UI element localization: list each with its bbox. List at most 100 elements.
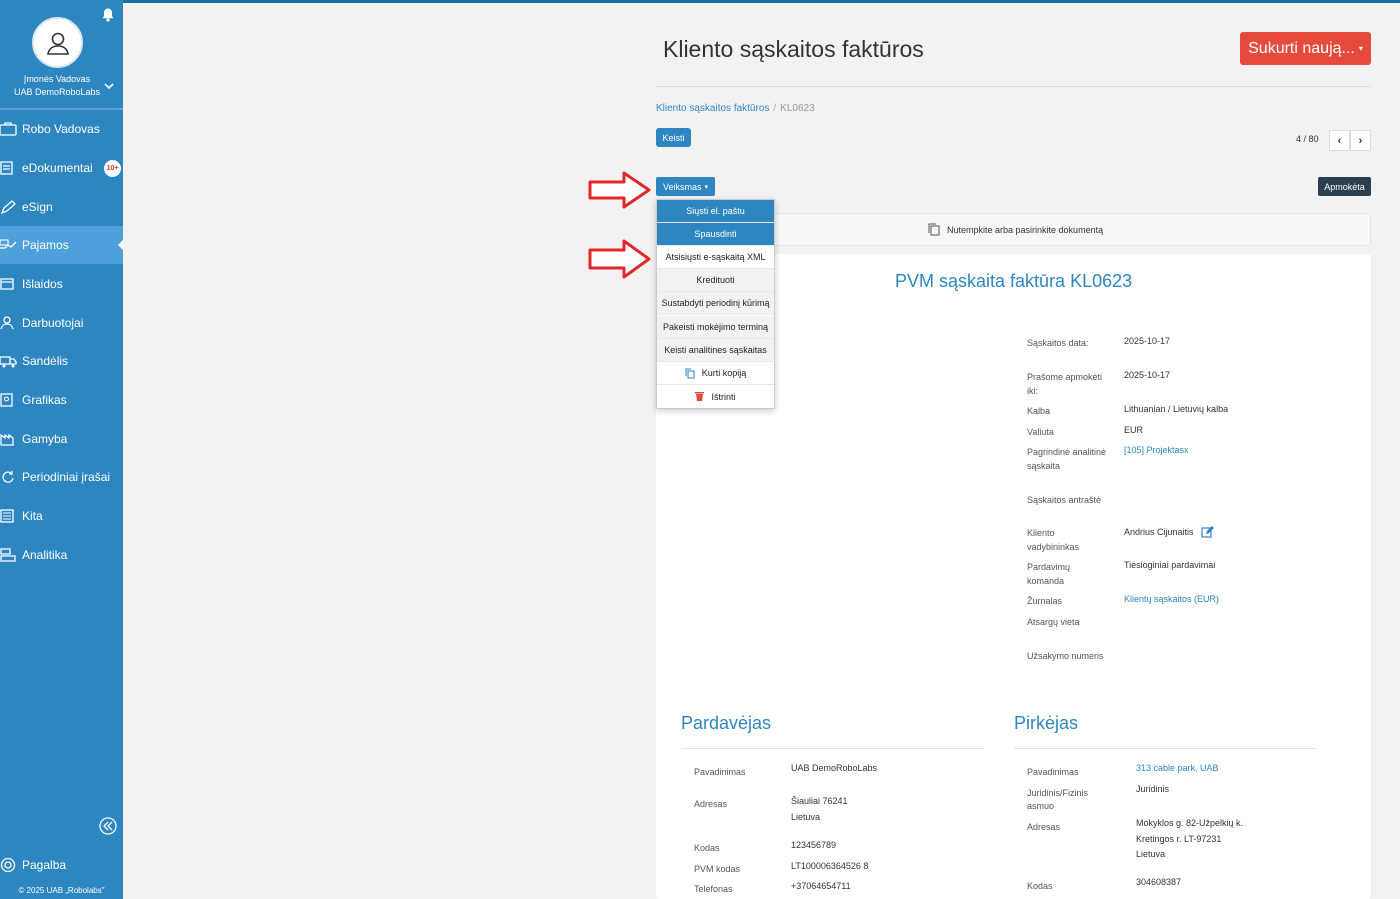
prop-value-analytic-account[interactable]: [105] Projektasx [1124,445,1189,455]
menu-item-delete[interactable]: Ištrinti [657,385,774,408]
sidebar-item-esign[interactable]: eSign [0,188,123,226]
seller-phone: +37064654711 [791,881,851,891]
prop-label-due-date: Prašome apmokėti iki: [1027,372,1103,396]
annotation-arrow-icon [588,239,651,279]
edit-button[interactable]: Keisti [656,128,691,147]
prop-label-stock-location: Atsargų vieta [1027,617,1080,627]
factory-icon [0,420,22,458]
sidebar-item-label: Analitika [22,548,68,562]
lifebuoy-icon [0,857,22,873]
page-title: Kliento sąskaitos faktūros [663,36,924,62]
duplicate-label: Kurti kopiją [701,368,747,378]
buyer-heading: Pirkėjas [1014,713,1079,733]
sidebar-item-grafikas[interactable]: Grafikas [0,381,123,419]
avatar[interactable] [32,17,83,68]
pen-icon [0,188,22,226]
menu-item-download-xml[interactable]: Atsisiųsti e-sąskaitą XML [657,246,774,269]
seller-code-label: Kodas [694,843,720,853]
buyer-address-line1: Mokyklos g. 82-Užpelkių k. [1136,818,1244,828]
seller-vat: LT100006364526 8 [791,861,869,871]
menu-item-change-analytic-accounts[interactable]: Keisti analitines sąskaitas [657,339,774,362]
user-info[interactable]: Įmonės Vadovas UAB DemoRoboLabs [0,73,114,99]
prop-label-analytic-account: Pagrindinė analitinė sąskaita [1027,447,1107,471]
paid-status-badge: Apmokėta [1318,177,1371,196]
menu-item-duplicate[interactable]: Kurti kopiją [657,362,774,385]
caret-down-icon: ▾ [1358,44,1363,53]
breadcrumb-link[interactable]: Kliento sąskaitos faktūros [656,103,769,114]
previous-record-button[interactable]: ‹ [1329,130,1350,151]
sidebar-item-label: Išlaidos [22,277,63,291]
caret-down-icon: ▾ [704,183,709,191]
seller-vat-label: PVM kodas [694,864,741,874]
sidebar-item-gamyba[interactable]: Gamyba [0,420,123,458]
buyer-name[interactable]: 313 cable park, UAB [1136,761,1219,776]
sidebar-item-label: Pajamos [22,238,69,252]
collapse-sidebar-icon[interactable] [99,817,117,835]
schedule-icon [0,381,22,419]
breadcrumb: Kliento sąskaitos faktūros / KL0623 [656,103,815,114]
chevron-down-icon[interactable] [103,79,115,91]
trash-icon [695,391,705,402]
seller-address-label: Adresas [694,799,728,809]
buyer-code: 304608387 [1136,877,1182,887]
list-icon [0,497,22,535]
breadcrumb-separator: / [773,103,777,114]
menu-item-stop-recurring[interactable]: Sustabdyti periodinį kūrimą [657,292,774,315]
sidebar-item-edokumentai[interactable]: eDokumentai 10+ [0,149,123,187]
sidebar-item-analitika[interactable]: Analitika [0,536,123,574]
prop-value-due-date: 2025-10-17 [1124,370,1171,380]
seller-address-line2: Lietuva [791,812,821,822]
annotation-arrow-icon [588,171,651,209]
buyer-address-line2: Kretingos r. LT-97231 [1136,834,1222,844]
menu-item-credit[interactable]: Kredituoti [657,269,774,292]
sidebar-item-kita[interactable]: Kita [0,497,123,535]
sidebar-item-robo-vadovas[interactable]: Robo Vadovas [0,110,123,148]
action-dropdown-button[interactable]: Veiksmas ▾ [656,177,715,196]
menu-item-send-email[interactable]: Siųsti el. paštu [657,200,774,223]
sidebar-item-label: Periodiniai įrašai [22,470,111,484]
seller-name-label: Pavadinimas [694,767,746,777]
seller-phone-label: Telefonas [694,884,733,894]
prop-label-sales-team: Pardavimų komanda [1027,562,1071,586]
sidebar-item-pagalba[interactable]: Pagalba [0,852,123,878]
sidebar-item-label: Kita [22,509,43,523]
expenses-icon [0,265,22,303]
seller-heading: Pardavėjas [681,713,772,733]
sidebar-item-islaidos[interactable]: Išlaidos [0,265,123,303]
action-label: Veiksmas [662,181,702,192]
next-record-button[interactable]: › [1350,130,1371,151]
copy-icon [685,368,695,379]
analytics-icon [0,536,22,574]
sidebar-item-darbuotojai[interactable]: Darbuotojai [0,304,123,342]
help-label: Pagalba [22,858,67,872]
top-accent-line [0,0,1400,3]
dropzone-text: Nutempkite arba pasirinkite dokumentą [947,224,1104,235]
seller-address-line1: Šiauliai 76241 [791,796,848,806]
edit-icon[interactable] [1200,526,1214,538]
prop-value-journal[interactable]: Klientų sąskaitos (EUR) [1124,594,1219,604]
prop-value-sales-team: Tiesioginiai pardavimai [1124,560,1216,570]
sidebar-item-sandelis[interactable]: Sandėlis [0,342,123,380]
create-new-label: Sukurti naują... [1248,39,1355,57]
menu-item-change-payment-term[interactable]: Pakeisti mokėjimo terminą [657,316,774,339]
refresh-icon [0,458,22,496]
menu-item-print[interactable]: Spausdinti [657,223,774,246]
active-indicator [118,240,123,250]
account-manager-name: Andrius Cijunaitis [1124,527,1194,537]
sidebar-item-label: Robo Vadovas [22,122,100,136]
buyer-code-label: Kodas [1027,881,1053,891]
document-icon [0,149,22,187]
seller-name: UAB DemoRoboLabs [791,763,878,773]
chevron-left-icon: ‹ [1337,134,1342,147]
header-divider [656,86,1371,87]
sidebar: Įmonės Vadovas UAB DemoRoboLabs Robo Vad… [0,0,123,899]
company-name: UAB DemoRoboLabs [13,87,101,97]
buyer-name-label: Pavadinimas [1027,767,1079,777]
income-icon [0,226,22,264]
create-new-button[interactable]: Sukurti naują... ▾ [1240,32,1371,65]
invoice-title: PVM sąskaita faktūra KL0623 [895,271,1133,291]
sidebar-item-pajamos[interactable]: Pajamos [0,226,123,264]
sidebar-item-label: eDokumentai [22,161,93,175]
sidebar-item-periodiniai-irasai[interactable]: Periodiniai įrašai [0,458,123,496]
bell-icon[interactable] [100,7,116,23]
